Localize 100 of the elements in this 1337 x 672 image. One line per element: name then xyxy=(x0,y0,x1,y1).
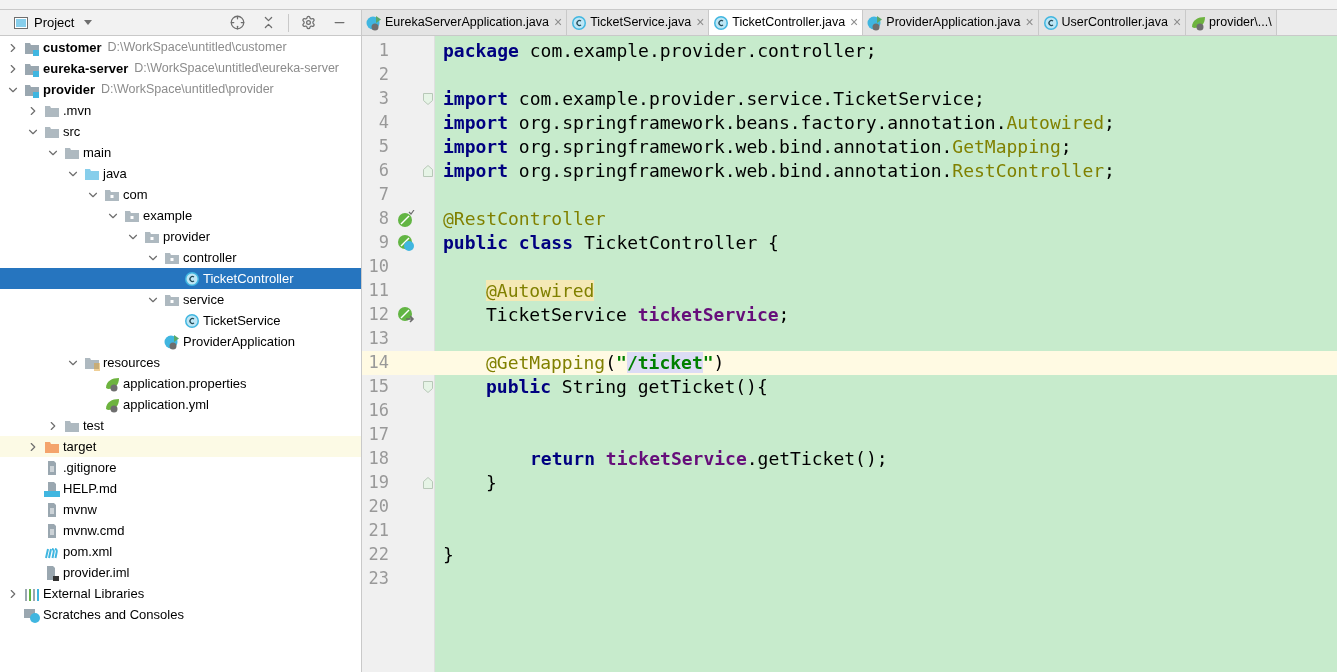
line-number: 5 xyxy=(377,135,389,159)
tree-item[interactable]: application.yml xyxy=(0,394,361,415)
tree-label: src xyxy=(63,122,81,141)
settings-icon[interactable] xyxy=(301,15,316,30)
spring-leaf-icon xyxy=(104,375,120,392)
tree-item[interactable]: controller xyxy=(0,247,361,268)
line-number: 11 xyxy=(367,279,389,303)
code-line: TicketService ticketService; xyxy=(486,303,790,327)
module-path: D:\WorkSpace\untitled\provider xyxy=(101,81,274,99)
tree-label: application.yml xyxy=(123,395,209,414)
tree-item[interactable]: application.properties xyxy=(0,373,361,394)
tree-item[interactable]: service xyxy=(0,289,361,310)
editor-tab[interactable]: provider\...\ xyxy=(1186,10,1277,35)
class-icon xyxy=(1042,14,1059,31)
class-icon xyxy=(571,14,588,31)
bean-icon[interactable] xyxy=(397,306,415,324)
tree-label: .gitignore xyxy=(63,458,117,477)
panel-title[interactable]: Project xyxy=(34,12,75,33)
tree-item[interactable]: .mvn xyxy=(0,100,361,121)
tree-item[interactable]: mvnw.cmd xyxy=(0,520,361,541)
tree-label: com xyxy=(123,185,148,204)
tree-label: controller xyxy=(183,248,237,267)
spring-leaf-icon xyxy=(104,396,120,413)
line-number: 23 xyxy=(367,567,389,591)
tree-item[interactable]: customer D:\WorkSpace\untitled\customer xyxy=(0,37,361,58)
tree-label: resources xyxy=(103,353,161,372)
module-path: D:\WorkSpace\untitled\eureka-server xyxy=(134,60,339,78)
line-number: 20 xyxy=(367,495,389,519)
code-line: @RestController xyxy=(443,207,606,231)
code-line: package com.example.provider.controller; xyxy=(443,39,877,63)
tree-label: provider.iml xyxy=(63,563,130,582)
tree-label: mvnw xyxy=(63,500,97,519)
spring-leaf-icon xyxy=(1190,14,1207,31)
tree-label: eureka-server xyxy=(43,59,129,78)
tree-item[interactable]: Scratches and Consoles xyxy=(0,604,361,625)
tree-label: target xyxy=(63,437,97,456)
tree-item[interactable]: mvnw xyxy=(0,499,361,520)
code-line: public String getTicket(){ xyxy=(486,375,768,399)
tab-label: ProviderApplication.java xyxy=(886,14,1021,32)
line-number: 10 xyxy=(367,255,389,279)
spring-class-icon xyxy=(366,14,382,31)
tree-label: example xyxy=(143,206,193,225)
tree-item[interactable]: resources xyxy=(0,352,361,373)
scratches-icon xyxy=(24,606,40,623)
tree-item[interactable]: External Libraries xyxy=(0,583,361,604)
tree-item[interactable]: ProviderApplication xyxy=(0,331,361,352)
editor-tab[interactable]: UserController.java × xyxy=(1038,10,1187,35)
tree-label: main xyxy=(83,143,112,162)
line-number: 8 xyxy=(377,207,389,231)
code-line: public class TicketController { xyxy=(443,231,779,255)
tree-item[interactable]: provider xyxy=(0,226,361,247)
tree-label: TicketService xyxy=(203,311,281,330)
tree-item[interactable]: HELP.md xyxy=(0,478,361,499)
editor-tab[interactable]: TicketService.java × xyxy=(567,10,710,35)
code-line: import org.springframework.beans.factory.annotation.Autowired; xyxy=(443,111,1115,135)
tree-item[interactable]: test xyxy=(0,415,361,436)
tree-item[interactable]: .gitignore xyxy=(0,457,361,478)
line-number: 12 xyxy=(367,303,389,327)
tab-label: TicketService.java xyxy=(590,14,692,32)
tree-item[interactable]: TicketService xyxy=(0,310,361,331)
tree-item[interactable]: example xyxy=(0,205,361,226)
editor-tab[interactable]: EurekaServerApplication.java × xyxy=(362,10,568,35)
tree-item[interactable]: TicketController xyxy=(0,268,361,289)
tree-item[interactable]: provider D:\WorkSpace\untitled\provider xyxy=(0,79,361,100)
code-line: } xyxy=(443,543,454,567)
close-icon[interactable]: × xyxy=(850,12,859,33)
code-line: } xyxy=(486,471,497,495)
line-number: 1 xyxy=(377,39,389,63)
line-number: 7 xyxy=(377,183,389,207)
editor-tab[interactable]: ProviderApplication.java × xyxy=(863,10,1039,35)
panel-icon xyxy=(14,16,28,29)
tree-label: provider xyxy=(163,227,210,246)
line-number: 18 xyxy=(367,447,389,471)
tree-item[interactable]: target xyxy=(0,436,361,457)
code-line: @GetMapping("/ticket") xyxy=(486,351,725,375)
tree-label: HELP.md xyxy=(63,479,117,498)
caret-icon[interactable] xyxy=(84,20,93,25)
tree-item[interactable]: pom.xml xyxy=(0,541,361,562)
fold-start-icon[interactable] xyxy=(423,381,433,393)
spring-class-icon xyxy=(867,14,884,31)
line-number: 4 xyxy=(377,111,389,135)
class-icon xyxy=(713,14,730,31)
tree-item[interactable]: java xyxy=(0,163,361,184)
fold-start-icon[interactable] xyxy=(423,93,433,105)
tree-item[interactable]: provider.iml xyxy=(0,562,361,583)
editor-tab[interactable]: TicketController.java × xyxy=(709,10,864,35)
tree-item[interactable]: src xyxy=(0,121,361,142)
tree-label: .mvn xyxy=(63,101,92,120)
tree-label: ProviderApplication xyxy=(183,332,295,351)
line-number: 15 xyxy=(367,375,389,399)
tree-label: mvnw.cmd xyxy=(63,521,125,540)
tree-item[interactable]: eureka-server D:\WorkSpace\untitled\eureka-server xyxy=(0,58,361,79)
tree-item[interactable]: main xyxy=(0,142,361,163)
tab-label: UserController.java xyxy=(1061,14,1168,32)
tree-item[interactable]: com xyxy=(0,184,361,205)
markdown-file-icon xyxy=(44,480,60,497)
line-number: 14 xyxy=(367,351,389,375)
bean-icon[interactable] xyxy=(397,210,415,228)
locate-icon[interactable] xyxy=(230,15,245,30)
bean-icon[interactable] xyxy=(397,234,415,252)
